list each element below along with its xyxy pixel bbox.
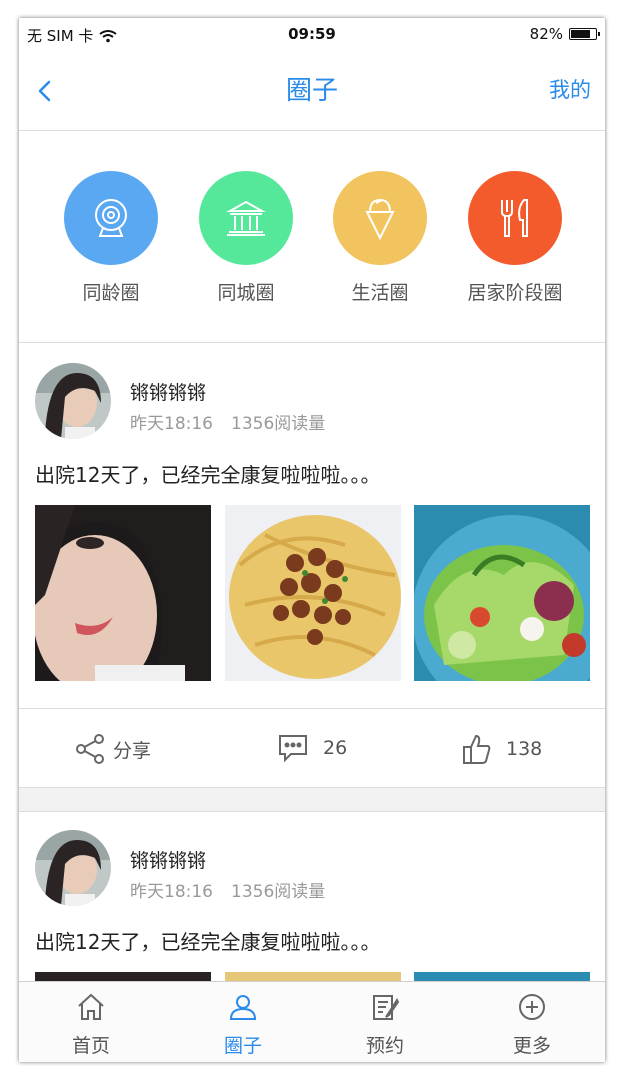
category-life[interactable]: 生活圈 xyxy=(310,171,450,305)
like-button[interactable]: 138 xyxy=(462,733,542,765)
post-image-salad[interactable] xyxy=(414,505,590,681)
post-image-pasta[interactable] xyxy=(225,505,401,681)
post-time: 昨天18:16 xyxy=(130,414,213,434)
tab-more[interactable]: 更多 xyxy=(482,992,582,1058)
tab-appointment[interactable]: 预约 xyxy=(335,992,435,1058)
tab-bar: 首页 圈子 预约 更多 xyxy=(19,981,605,1062)
category-icon-bg xyxy=(468,171,562,265)
category-icon-bg xyxy=(64,171,158,265)
category-label: 生活圈 xyxy=(351,282,409,304)
like-count: 138 xyxy=(506,738,543,760)
post-card: 锵锵锵锵 昨天18:16 1356阅读量 出院12天了，已经完全康复啦啦啦。。。 xyxy=(19,343,605,788)
post-views: 1356阅读量 xyxy=(231,882,326,902)
fork-knife-icon xyxy=(501,199,528,237)
comment-button[interactable]: 26 xyxy=(277,733,347,763)
share-button[interactable]: 分享 xyxy=(75,733,151,765)
post-image-portrait[interactable] xyxy=(35,505,211,681)
tab-label: 圈子 xyxy=(223,1035,262,1057)
username[interactable]: 锵锵锵锵 xyxy=(130,846,206,873)
category-icon-bg xyxy=(333,171,427,265)
home-icon xyxy=(78,993,104,1020)
tab-label: 预约 xyxy=(365,1035,404,1057)
building-icon xyxy=(226,200,266,236)
navigation-bar: 圈子 我的 xyxy=(19,52,605,131)
status-time: 09:59 xyxy=(288,25,336,43)
category-label: 居家阶段圈 xyxy=(467,282,563,304)
plus-circle-icon xyxy=(519,994,545,1020)
username[interactable]: 锵锵锵锵 xyxy=(130,378,206,405)
post-actions: 分享 26 138 xyxy=(19,708,605,788)
post-images xyxy=(35,505,590,681)
status-bar: 无 SIM 卡 09:59 82% xyxy=(19,18,605,52)
post-text: 出院12天了，已经完全康复啦啦啦。。。 xyxy=(35,463,381,487)
circle-categories: 同龄圈 同城圈 生活圈 居家阶段圈 xyxy=(19,131,605,343)
section-divider xyxy=(19,788,605,811)
tab-circle[interactable]: 圈子 xyxy=(193,992,293,1058)
category-label: 同龄圈 xyxy=(82,282,140,304)
category-home-stage[interactable]: 居家阶段圈 xyxy=(445,171,585,305)
post-meta: 昨天18:16 1356阅读量 xyxy=(130,877,325,902)
share-label: 分享 xyxy=(113,739,152,762)
share-icon xyxy=(76,734,104,764)
camera-icon xyxy=(95,199,127,237)
tab-label: 首页 xyxy=(71,1035,110,1057)
battery-icon xyxy=(569,28,600,40)
tab-home[interactable]: 首页 xyxy=(41,992,141,1058)
tab-label: 更多 xyxy=(512,1035,551,1057)
post-text: 出院12天了，已经完全康复啦啦啦。。。 xyxy=(35,930,381,954)
comment-icon xyxy=(279,735,307,763)
mine-button[interactable]: 我的 xyxy=(549,74,591,104)
category-label: 同城圈 xyxy=(217,282,275,304)
appointment-icon xyxy=(373,995,400,1020)
post-views: 1356阅读量 xyxy=(231,414,326,434)
post-card: 锵锵锵锵 昨天18:16 1356阅读量 出院12天了，已经完全康复啦啦啦。。。 xyxy=(19,811,605,992)
category-same-age[interactable]: 同龄圈 xyxy=(41,171,181,305)
category-same-city[interactable]: 同城圈 xyxy=(176,171,316,305)
comment-count: 26 xyxy=(323,737,348,759)
category-icon-bg xyxy=(199,171,293,265)
people-icon xyxy=(229,995,257,1020)
avatar[interactable] xyxy=(35,363,111,439)
phone-screen: 无 SIM 卡 09:59 82% 圈子 我的 同龄圈 同城圈 生活圈 居家阶段… xyxy=(19,18,605,1062)
avatar[interactable] xyxy=(35,830,111,906)
thumbs-up-icon xyxy=(463,734,491,764)
ice-cream-icon xyxy=(365,198,395,241)
page-title: 圈子 xyxy=(285,76,338,106)
post-time: 昨天18:16 xyxy=(130,882,213,902)
battery-percent: 82% xyxy=(529,25,563,43)
post-meta: 昨天18:16 1356阅读量 xyxy=(130,409,325,434)
